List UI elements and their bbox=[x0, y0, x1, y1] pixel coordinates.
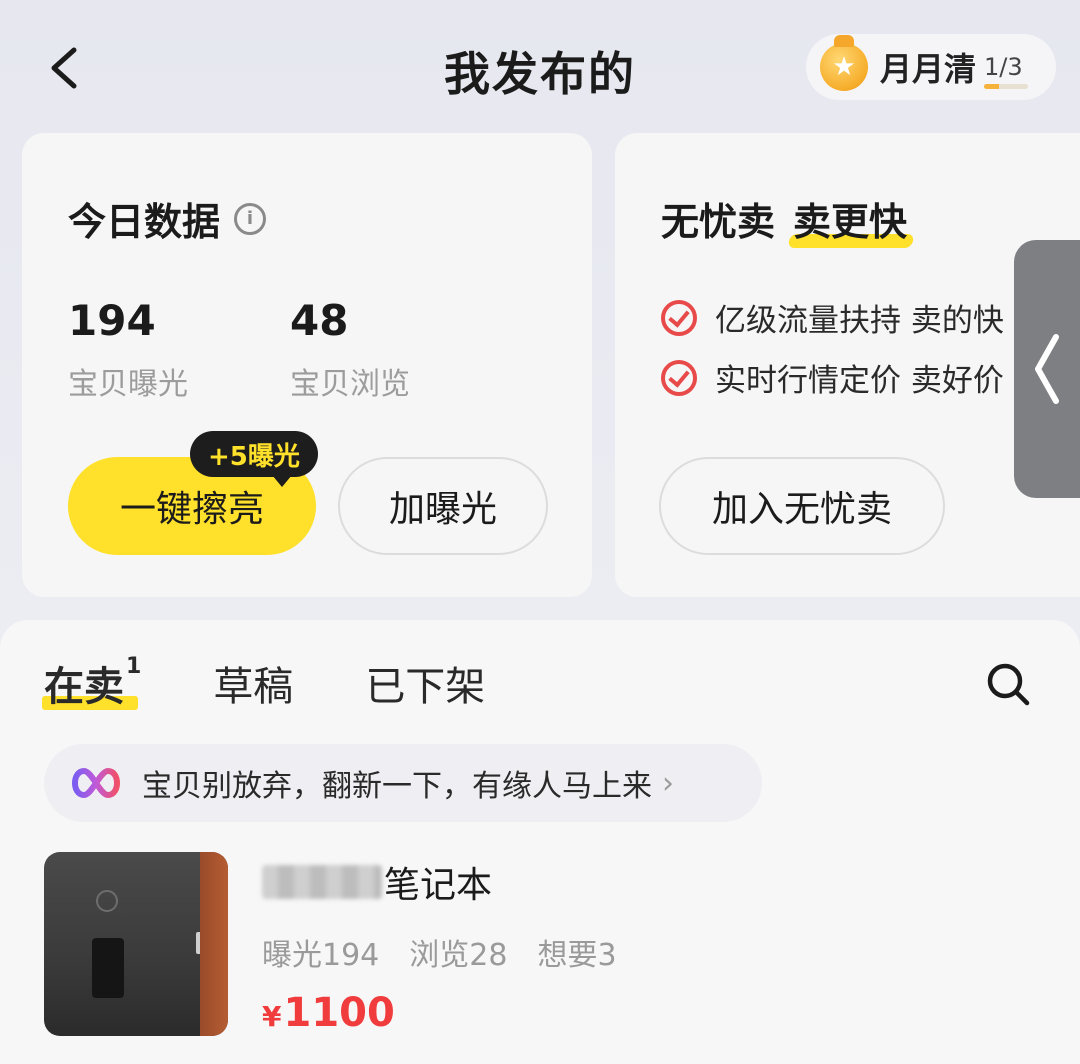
listing-panel: 在卖1 草稿 已下架 宝贝别放弃，翻新一下，有缘人马上来 › 笔记本 曝光194… bbox=[0, 620, 1080, 1064]
check-icon bbox=[661, 359, 697, 396]
monthly-clear-badge[interactable]: ★ 月月清 1/3 bbox=[806, 34, 1056, 100]
promo-title-part2: 卖更快 bbox=[793, 191, 907, 246]
tab-on-sale-count: 1 bbox=[126, 654, 142, 679]
tab-drafts[interactable]: 草稿 bbox=[213, 654, 293, 712]
tab-delisted[interactable]: 已下架 bbox=[365, 654, 485, 712]
info-icon[interactable]: i bbox=[234, 202, 267, 235]
tab-bar: 在卖1 草稿 已下架 bbox=[41, 654, 557, 712]
chevron-left-icon bbox=[1035, 334, 1059, 404]
today-data-title: 今日数据 i bbox=[68, 191, 267, 246]
join-button[interactable]: 加入无忧卖 bbox=[659, 457, 945, 555]
item-price-value: 1100 bbox=[283, 990, 395, 1036]
item-stat-exposure: 曝光194 bbox=[262, 938, 380, 973]
badge-progress-bar bbox=[984, 84, 1029, 89]
refresh-tip-bar[interactable]: 宝贝别放弃，翻新一下，有缘人马上来 › bbox=[44, 744, 762, 822]
add-exposure-button[interactable]: 加曝光 bbox=[338, 457, 548, 555]
item-stat-views: 浏览28 bbox=[409, 938, 508, 973]
stat-views-value: 48 bbox=[290, 296, 349, 345]
today-data-title-text: 今日数据 bbox=[68, 200, 221, 244]
chevron-right-icon: › bbox=[662, 765, 674, 801]
item-price: ¥1100 bbox=[262, 990, 395, 1036]
side-drawer-handle[interactable] bbox=[1014, 240, 1080, 498]
badge-progress-text: 1/3 bbox=[984, 53, 1023, 81]
stat-views: 48 宝贝浏览 bbox=[290, 296, 410, 403]
stat-exposure: 194 宝贝曝光 bbox=[68, 296, 188, 403]
tab-on-sale-label: 在卖 bbox=[44, 664, 124, 710]
currency-symbol: ¥ bbox=[262, 1000, 282, 1033]
page: 我发布的 ★ 月月清 1/3 今日数据 i 194 宝贝曝光 48 宝贝浏览 一… bbox=[0, 0, 1080, 1064]
search-button[interactable] bbox=[984, 660, 1032, 708]
stat-exposure-label: 宝贝曝光 bbox=[68, 367, 188, 402]
item-title-text: 笔记本 bbox=[384, 865, 493, 906]
promo-feature-text: 亿级流量扶持 卖的快 bbox=[715, 303, 1004, 339]
promo-card: 无忧卖 卖更快 亿级流量扶持 卖的快 实时行情定价 卖好价 加入无忧卖 bbox=[615, 133, 1080, 597]
item-stat-wants: 想要3 bbox=[537, 938, 617, 973]
listing-item[interactable]: 笔记本 曝光194 浏览28 想要3 ¥1100 bbox=[44, 852, 1044, 1042]
promo-feature: 实时行情定价 卖好价 bbox=[661, 355, 1004, 400]
today-data-card: 今日数据 i 194 宝贝曝光 48 宝贝浏览 一键擦亮 +5曝光 加曝光 bbox=[22, 133, 592, 597]
promo-feature: 亿级流量扶持 卖的快 bbox=[661, 295, 1004, 340]
promo-feature-text: 实时行情定价 卖好价 bbox=[715, 363, 1004, 399]
item-stats: 曝光194 浏览28 想要3 bbox=[262, 930, 647, 974]
badge-label: 月月清 bbox=[880, 50, 977, 88]
money-bag-icon: ★ bbox=[820, 35, 868, 91]
promo-title-part1: 无忧卖 bbox=[661, 200, 776, 244]
tab-on-sale[interactable]: 在卖1 bbox=[41, 654, 142, 712]
stat-views-label: 宝贝浏览 bbox=[290, 367, 410, 402]
search-icon bbox=[987, 663, 1030, 706]
refresh-tip-text: 宝贝别放弃，翻新一下，有缘人马上来 bbox=[142, 769, 652, 804]
exposure-bonus-bubble: +5曝光 bbox=[190, 431, 318, 487]
item-title-blurred bbox=[262, 865, 382, 899]
stat-exposure-value: 194 bbox=[68, 296, 156, 345]
item-thumbnail bbox=[44, 852, 228, 1036]
check-icon bbox=[661, 299, 697, 336]
item-title: 笔记本 bbox=[262, 856, 492, 908]
badge-progress: 1/3 bbox=[984, 53, 1029, 89]
promo-title: 无忧卖 卖更快 bbox=[661, 191, 907, 246]
infinity-icon bbox=[72, 768, 120, 798]
